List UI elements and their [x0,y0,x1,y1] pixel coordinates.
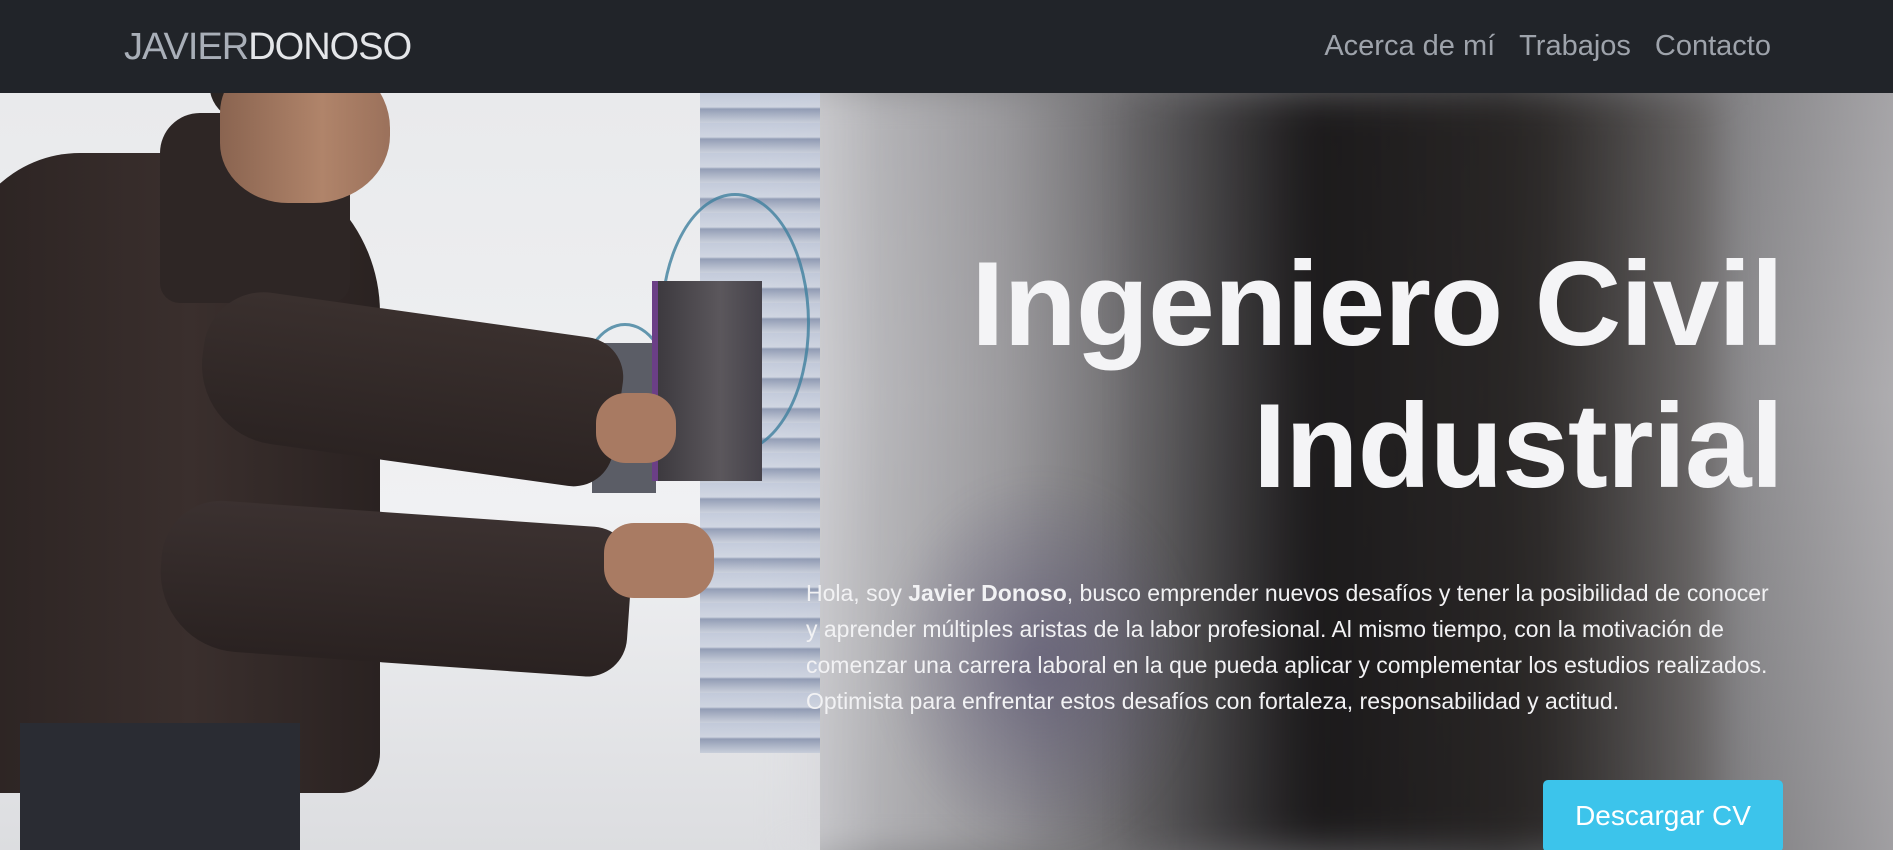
hero-section: Ingeniero Civil Industrial Hola, soy Jav… [0,93,1893,850]
brand-last-name: DONOSO [248,26,412,68]
nav-link-about[interactable]: Acerca de mí [1324,26,1495,66]
nav-links: Acerca de mí Trabajos Contacto [1324,26,1771,66]
hero-title-line1: Ingeniero Civil [971,237,1784,371]
brand-logo[interactable]: JAVIERDONOSO [124,24,412,70]
brand-first-name: JAVIER [124,26,249,68]
navbar: JAVIERDONOSO Acerca de mí Trabajos Conta… [0,0,1893,93]
photo-person-jeans [20,723,300,850]
hero-intro-text: Hola, soy Javier Donoso, busco emprender… [806,575,1786,719]
hero-title-line2: Industrial [1252,379,1784,513]
photo-person-hand [596,393,676,463]
intro-text-start: Hola, soy [806,580,909,606]
photo-person-hand [604,523,714,598]
intro-name: Javier Donoso [908,580,1067,606]
nav-link-contact[interactable]: Contacto [1655,26,1771,66]
download-cv-button[interactable]: Descargar CV [1543,780,1783,850]
nav-link-works[interactable]: Trabajos [1519,26,1631,66]
hero-title: Ingeniero Civil Industrial [783,233,1784,517]
